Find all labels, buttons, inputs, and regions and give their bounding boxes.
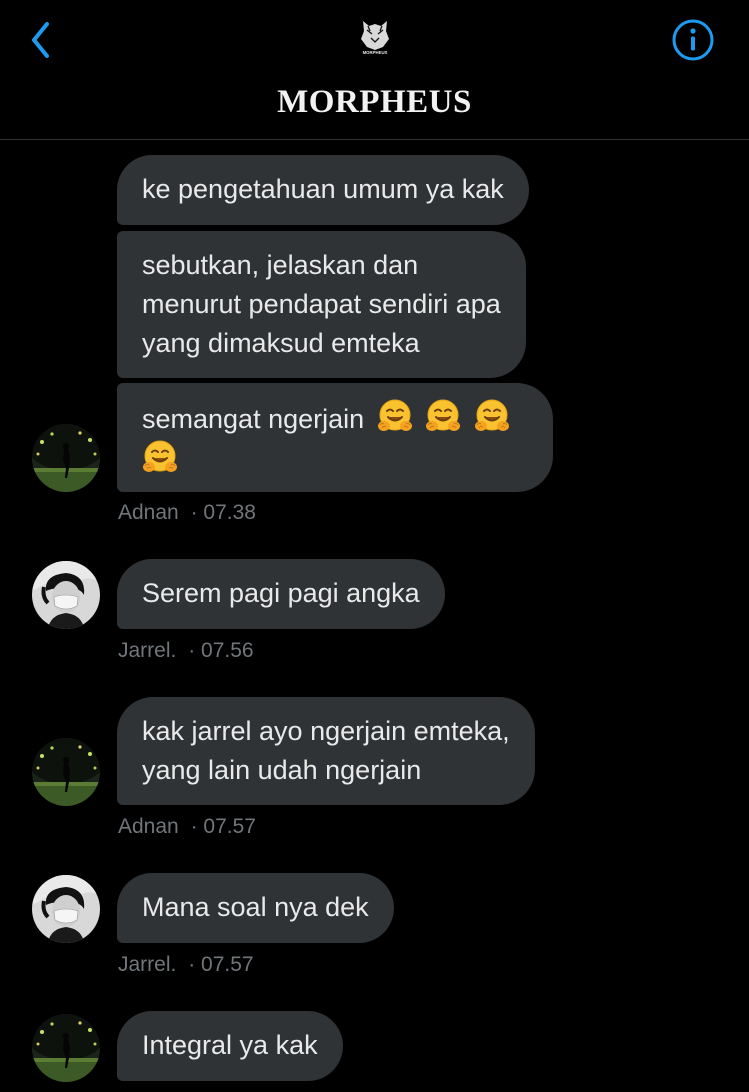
back-button[interactable]: [22, 18, 58, 62]
message-bubble[interactable]: Serem pagi pagi angka: [117, 559, 445, 629]
message-bubble[interactable]: Mana soal nya dek: [117, 873, 394, 943]
avatar-adnan[interactable]: [32, 738, 100, 806]
hugging-face-emoji-icon: [425, 398, 461, 434]
avatar-adnan[interactable]: [32, 424, 100, 492]
sender-name[interactable]: Adnan: [118, 501, 179, 524]
sender-name[interactable]: Adnan: [118, 815, 179, 838]
message-bubble[interactable]: kak jarrel ayo ngerjain emteka, yang lai…: [117, 697, 535, 805]
message-text: Mana soal nya dek: [142, 892, 369, 922]
message-bubble[interactable]: ke pengetahuan umum ya kak: [117, 155, 529, 225]
message-text: Integral ya kak: [142, 1030, 318, 1060]
avatar-jarrel[interactable]: [32, 561, 100, 629]
info-circle-icon: [672, 19, 714, 61]
message-meta: Jarrel. · 07.56: [118, 639, 254, 663]
message-text-line: menurut pendapat sendiri apa: [142, 289, 501, 319]
message-text-line: sebutkan, jelaskan dan: [142, 250, 419, 280]
message-text: Serem pagi pagi angka: [142, 578, 420, 608]
tiger-logo-icon: MORPHEUS: [357, 21, 393, 55]
message-meta: Jarrel. · 07.57: [118, 953, 254, 977]
chevron-left-icon: [32, 22, 49, 58]
info-button[interactable]: [671, 18, 715, 62]
message-meta: Adnan · 07.38: [118, 501, 256, 525]
message-bubble[interactable]: sebutkan, jelaskan dan menurut pendapat …: [117, 231, 526, 378]
hugging-face-emoji-icon: [377, 398, 413, 434]
message-time: · 07.57: [190, 815, 256, 838]
message-text: ke pengetahuan umum ya kak: [142, 174, 504, 204]
avatar-image: [32, 561, 100, 629]
message-bubble[interactable]: Integral ya kak: [117, 1011, 343, 1081]
sender-name[interactable]: Jarrel.: [118, 953, 176, 976]
hugging-face-emoji-icon: [474, 398, 510, 434]
message-time: · 07.57: [188, 953, 254, 976]
message-time: · 07.56: [188, 639, 254, 662]
message-time: · 07.38: [190, 501, 256, 524]
avatar-image: [32, 738, 100, 806]
sender-name[interactable]: Jarrel.: [118, 639, 176, 662]
avatar-image: [32, 424, 100, 492]
message-text-line: kak jarrel ayo ngerjain emteka,: [142, 716, 510, 746]
message-text: semangat ngerjain: [142, 404, 365, 434]
avatar-jarrel[interactable]: [32, 875, 100, 943]
message-text-line: yang lain udah ngerjain: [142, 755, 422, 785]
conversation-header: MORPHEUS MORPHEUS: [0, 0, 749, 140]
avatar-image: [32, 1014, 100, 1082]
avatar-image: [32, 875, 100, 943]
conversation-title: MORPHEUS: [277, 84, 472, 120]
group-logo: MORPHEUS: [356, 18, 394, 58]
message-bubble[interactable]: semangat ngerjain: [117, 383, 553, 492]
message-meta: Adnan · 07.57: [118, 815, 256, 839]
logo-text: MORPHEUS: [363, 50, 388, 55]
hugging-face-emoji-icon: [142, 439, 178, 475]
message-text-line: yang dimaksud emteka: [142, 328, 420, 358]
avatar-adnan[interactable]: [32, 1014, 100, 1082]
